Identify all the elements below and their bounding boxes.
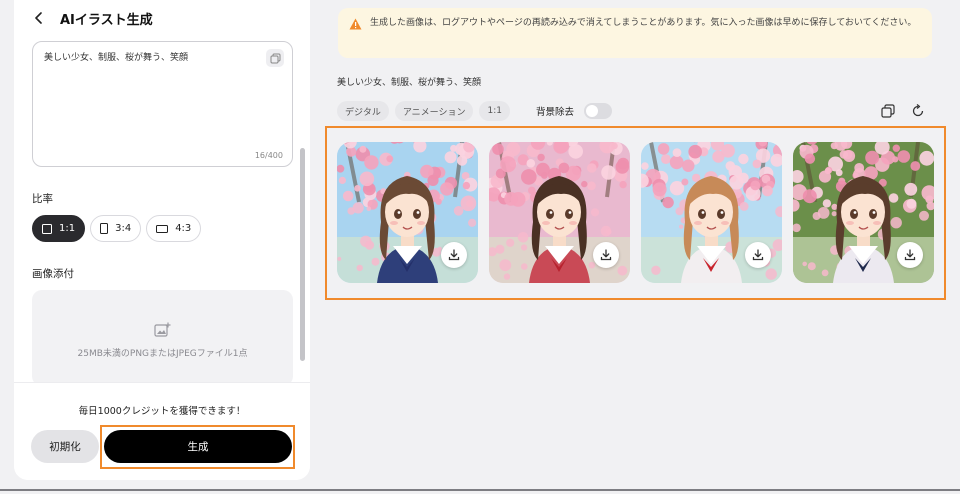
- copy-icon[interactable]: [266, 49, 284, 67]
- window-bottom-border: [0, 489, 960, 491]
- panel-scrollbar[interactable]: [300, 148, 305, 361]
- square-icon: [42, 223, 52, 234]
- copy-icon[interactable]: [881, 104, 895, 118]
- ratio-option-3-4[interactable]: 3:4: [90, 215, 142, 242]
- download-icon: [448, 249, 460, 261]
- download-button[interactable]: [897, 242, 923, 268]
- attachment-label: 画像添付: [32, 268, 74, 280]
- bg-remove-toggle[interactable]: [583, 103, 612, 119]
- ratio-option-label: 3:4: [115, 223, 132, 234]
- page-title: AIイラスト生成: [60, 12, 153, 28]
- prompt-input-text[interactable]: 美しい少女、制服、桜が舞う、笑顔: [44, 50, 188, 63]
- settings-panel: AIイラスト生成 美しい少女、制服、桜が舞う、笑顔 16/400 比率 1:1 …: [14, 0, 310, 480]
- ratio-label: 比率: [32, 193, 53, 205]
- char-count: 16/400: [254, 151, 283, 160]
- results-panel: 生成した画像は、ログアウトやページの再読み込みで消えてしまうことがあります。気に…: [324, 0, 946, 494]
- bg-remove-label: 背景除去: [535, 107, 574, 118]
- portrait-icon: [100, 223, 109, 234]
- result-tags: デジタル アニメーション 1:1 背景除去: [337, 101, 612, 121]
- tag-style: デジタル: [337, 101, 389, 121]
- panel-footer: 毎日1000クレジットを獲得できます！ 初期化 生成: [14, 382, 310, 480]
- prompt-input[interactable]: 美しい少女、制服、桜が舞う、笑顔 16/400: [32, 41, 293, 167]
- download-icon: [752, 249, 764, 261]
- download-button[interactable]: [593, 242, 619, 268]
- generated-image[interactable]: [337, 142, 478, 283]
- notice-text: 生成した画像は、ログアウトやページの再読み込みで消えてしまうことがあります。気に…: [370, 18, 917, 28]
- download-button[interactable]: [441, 242, 467, 268]
- image-upload-dropzone[interactable]: 25MB未満のPNGまたはJPEGファイル1点: [32, 290, 293, 386]
- refresh-icon[interactable]: [911, 104, 925, 118]
- ratio-option-label: 4:3: [175, 223, 192, 234]
- download-button[interactable]: [745, 242, 771, 268]
- generate-button[interactable]: 生成: [104, 430, 292, 463]
- generated-image[interactable]: [793, 142, 934, 283]
- generated-image[interactable]: [489, 142, 630, 283]
- reset-button[interactable]: 初期化: [31, 430, 99, 463]
- upload-hint: 25MB未満のPNGまたはJPEGファイル1点: [77, 349, 248, 359]
- result-prompt: 美しい少女、制服、桜が舞う、笑顔: [337, 78, 482, 88]
- image-gallery: [337, 142, 934, 283]
- panel-header: AIイラスト生成: [14, 0, 310, 36]
- tag-ratio: 1:1: [479, 101, 510, 121]
- generated-image[interactable]: [641, 142, 782, 283]
- notice-banner: 生成した画像は、ログアウトやページの再読み込みで消えてしまうことがあります。気に…: [338, 8, 932, 58]
- ratio-option-1-1[interactable]: 1:1: [32, 215, 86, 242]
- ratio-selector: 1:1 3:4 4:3: [32, 215, 202, 242]
- back-arrow-icon[interactable]: [30, 9, 48, 27]
- add-image-icon: [154, 322, 171, 337]
- toggle-knob: [585, 105, 598, 117]
- warning-icon: [349, 18, 362, 30]
- download-icon: [904, 249, 916, 261]
- tag-genre: アニメーション: [394, 101, 474, 121]
- credit-info: 毎日1000クレジットを獲得できます！: [78, 406, 246, 417]
- ratio-option-4-3[interactable]: 4:3: [146, 215, 202, 242]
- ratio-option-label: 1:1: [59, 223, 76, 234]
- landscape-icon: [156, 224, 169, 233]
- download-icon: [600, 249, 612, 261]
